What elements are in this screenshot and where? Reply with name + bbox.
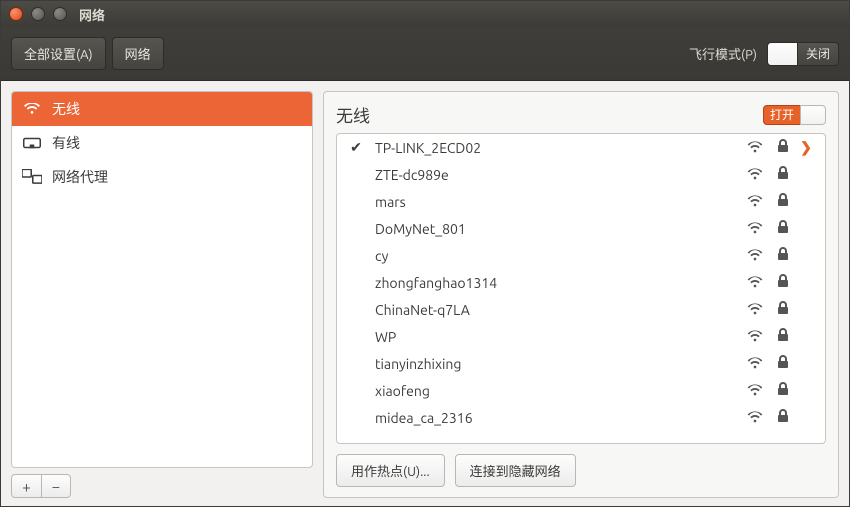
ethernet-icon: [22, 136, 42, 150]
network-row[interactable]: mars: [337, 188, 825, 215]
network-ssid: tianyinzhixing: [375, 356, 739, 372]
network-ssid: TP-LINK_2ECD02: [375, 140, 739, 156]
titlebar: 网络: [1, 1, 849, 27]
network-row[interactable]: cy: [337, 242, 825, 269]
sidebar-item-proxy[interactable]: 网络代理: [12, 160, 312, 194]
proxy-icon: [22, 169, 42, 185]
network-row[interactable]: midea_ca_2316: [337, 404, 825, 431]
wifi-signal-icon: [747, 167, 763, 183]
toolbar: 全部设置(A) 网络 飞行模式(P) 关闭: [1, 27, 849, 81]
wifi-signal-icon: [747, 302, 763, 318]
network-ssid: zhongfanghao1314: [375, 275, 739, 291]
use-as-hotspot-button[interactable]: 用作热点(U)...: [336, 454, 445, 487]
wireless-panel: 无线 打开 ✔ TP-LINK_2ECD02 ❯ ZTE-dc989e mars DoMy…: [323, 91, 839, 498]
lock-icon: [777, 139, 789, 156]
body: 无线有线网络代理 + − 无线 打开 ✔ TP-LINK_2ECD02 ❯ ZTE-d…: [1, 81, 849, 506]
network-row[interactable]: xiaofeng: [337, 377, 825, 404]
details-arrow-icon[interactable]: ❯: [797, 139, 815, 156]
network-crumb-button[interactable]: 网络: [112, 37, 164, 70]
sidebar-item-wifi[interactable]: 无线: [12, 92, 312, 126]
wifi-signal-icon: [747, 383, 763, 399]
window-close-icon[interactable]: [9, 7, 23, 21]
network-ssid: ChinaNet-q7LA: [375, 302, 739, 318]
sidebar-item-label: 无线: [52, 99, 80, 119]
lock-icon: [777, 409, 789, 426]
network-row[interactable]: DoMyNet_801: [337, 215, 825, 242]
lock-icon: [777, 166, 789, 183]
airplane-switch-state: 关闭: [797, 42, 839, 66]
network-ssid: ZTE-dc989e: [375, 167, 739, 183]
lock-icon: [777, 247, 789, 264]
category-list: 无线有线网络代理: [11, 91, 313, 468]
window-maximize-icon[interactable]: [53, 7, 67, 21]
lock-icon: [777, 355, 789, 372]
wireless-toggle-knob: [800, 105, 826, 125]
wifi-icon: [22, 103, 42, 115]
hidden-network-button[interactable]: 连接到隐藏网络: [455, 454, 576, 487]
panel-title: 无线: [336, 102, 370, 127]
network-ssid: cy: [375, 248, 739, 264]
network-row[interactable]: zhongfanghao1314: [337, 269, 825, 296]
wifi-signal-icon: [747, 356, 763, 372]
all-settings-button[interactable]: 全部设置(A): [11, 37, 106, 70]
network-row[interactable]: ZTE-dc989e: [337, 161, 825, 188]
lock-icon: [777, 301, 789, 318]
sidebar-item-ethernet[interactable]: 有线: [12, 126, 312, 160]
remove-connection-button[interactable]: −: [41, 474, 71, 498]
wifi-signal-icon: [747, 221, 763, 237]
sidebar-item-label: 有线: [52, 133, 80, 153]
network-row[interactable]: tianyinzhixing: [337, 350, 825, 377]
lock-icon: [777, 328, 789, 345]
window-minimize-icon[interactable]: [31, 7, 45, 21]
wifi-signal-icon: [747, 275, 763, 291]
lock-icon: [777, 382, 789, 399]
wifi-signal-icon: [747, 410, 763, 426]
network-ssid: DoMyNet_801: [375, 221, 739, 237]
sidebar-item-label: 网络代理: [52, 167, 108, 187]
network-row[interactable]: WP: [337, 323, 825, 350]
wifi-signal-icon: [747, 248, 763, 264]
add-connection-button[interactable]: +: [11, 474, 41, 498]
window-title: 网络: [79, 5, 105, 24]
connected-check-icon: ✔: [345, 139, 367, 156]
airplane-mode-label: 飞行模式(P): [689, 44, 757, 63]
sidebar: 无线有线网络代理 + −: [11, 91, 313, 498]
lock-icon: [777, 193, 789, 210]
wifi-signal-icon: [747, 194, 763, 210]
network-row[interactable]: ChinaNet-q7LA: [337, 296, 825, 323]
wifi-signal-icon: [747, 140, 763, 156]
network-row[interactable]: ✔ TP-LINK_2ECD02 ❯: [337, 134, 825, 161]
network-ssid: xiaofeng: [375, 383, 739, 399]
wireless-toggle[interactable]: 打开: [763, 105, 826, 125]
network-list[interactable]: ✔ TP-LINK_2ECD02 ❯ ZTE-dc989e mars DoMyNet_80…: [336, 133, 826, 444]
airplane-mode-switch[interactable]: 关闭: [767, 42, 839, 66]
lock-icon: [777, 220, 789, 237]
network-ssid: midea_ca_2316: [375, 410, 739, 426]
lock-icon: [777, 274, 789, 291]
network-ssid: WP: [375, 329, 739, 345]
airplane-switch-knob: [767, 42, 797, 66]
network-ssid: mars: [375, 194, 739, 210]
wifi-signal-icon: [747, 329, 763, 345]
add-remove-group: + −: [11, 474, 313, 498]
network-settings-window: 网络 全部设置(A) 网络 飞行模式(P) 关闭 无线有线网络代理 + − 无线…: [0, 0, 850, 507]
wireless-toggle-label: 打开: [763, 105, 800, 125]
